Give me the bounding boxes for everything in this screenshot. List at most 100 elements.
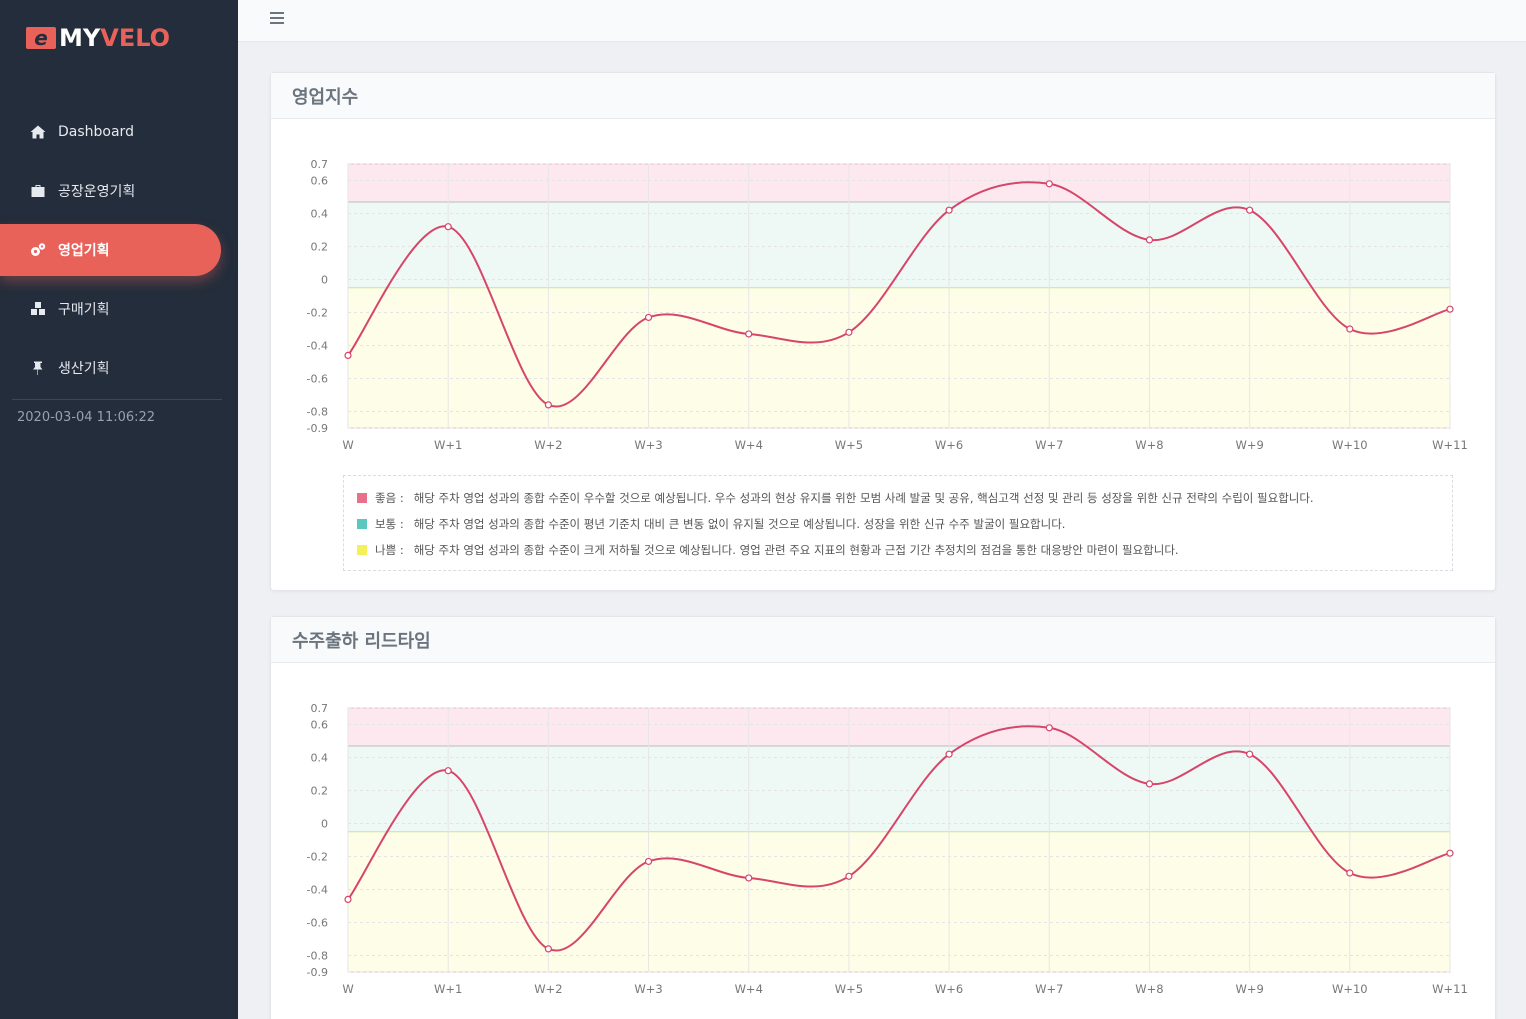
y-tick-label: 0.6 [311,719,329,732]
y-tick-label: 0.6 [311,175,329,188]
data-point [644,857,653,866]
legend-key: 보통 : [375,517,404,531]
x-tick-label: W [342,438,353,452]
sidebar-item-label: 구매기획 [58,302,110,318]
legend-item-normal: 보통 : 해당 주차 영업 성과의 종합 수준이 평년 기준치 대비 큰 변동 … [357,511,1439,537]
x-tick-label: W+5 [835,982,863,996]
data-point [945,750,953,758]
x-tick-label: W+5 [835,438,863,452]
sidebar-item-label: 생산기획 [58,361,110,377]
x-tick-label: W+3 [634,438,662,452]
sales-index-chart: 0.7 0.6 0.4 0.2 0 -0.2 -0.4 -0.6 -0.8 -0.9 W W+1 W+2… [307,158,1468,452]
data-point [1045,180,1053,188]
sidebar-item-label: 공장운영기획 [58,184,136,200]
sales-index-card: 영업지수 0.7 0.6 0.4 0.2 0 -0.2 -0.4 -0.6 -0.8 -0.9 W W… [270,72,1496,591]
sidebar-nav: Dashboard 공장운영기획 영업기획 구매기획 생산기획 [0,106,238,401]
data-point [644,313,653,322]
x-tick-label: W+8 [1135,438,1163,452]
data-point [945,206,953,214]
data-point [1246,750,1254,758]
legend-description: 해당 주차 영업 성과의 종합 수준이 우수할 것으로 예상됩니다. 우수 성과… [413,491,1314,505]
sidebar-item-purchase-planning[interactable]: 구매기획 [0,283,238,335]
x-tick-label: W+6 [935,438,963,452]
data-point [1145,236,1154,244]
x-tick-label: W+4 [735,438,763,452]
legend-description: 해당 주차 영업 성과의 종합 수준이 크게 저하될 것으로 예상됩니다. 영업… [413,543,1179,557]
y-tick-label: -0.4 [307,884,328,897]
x-tick-label: W+2 [534,438,562,452]
x-tick-label: W+7 [1035,982,1063,996]
y-tick-label: -0.9 [307,966,328,979]
y-tick-label: 0.4 [311,752,329,765]
band-good [348,708,1450,746]
sidebar-item-factory-planning[interactable]: 공장운영기획 [0,165,238,217]
sidebar-item-label: Dashboard [58,124,134,140]
data-point [444,223,452,231]
x-tick-label: W [342,982,353,996]
home-icon [30,124,46,140]
sidebar-divider [12,399,222,400]
legend-item-good: 좋음 : 해당 주차 영업 성과의 종합 수준이 우수할 것으로 예상됩니다. … [357,485,1439,511]
briefcase-icon [30,183,46,199]
x-tick-label: W+11 [1432,438,1468,452]
x-tick-label: W+2 [534,982,562,996]
legend-swatch-normal [357,519,367,529]
legend-swatch-good [357,493,367,503]
x-tick-label: W+3 [634,982,662,996]
y-tick-label: -0.6 [307,373,328,386]
band-bad [348,831,1450,972]
data-point [1045,724,1053,732]
x-tick-label: W+9 [1235,438,1263,452]
y-tick-label: 0.2 [311,785,329,798]
y-tick-label: 0.7 [311,158,329,171]
x-tick-label: W+9 [1235,982,1263,996]
x-tick-label: W+8 [1135,982,1163,996]
legend-description: 해당 주차 영업 성과의 종합 수준이 평년 기준치 대비 큰 변동 없이 유지… [413,517,1066,531]
y-tick-label: 0 [321,274,328,287]
gears-icon [30,242,46,258]
brand-logo[interactable]: e MYVELO [26,24,170,52]
sidebar-item-sales-planning[interactable]: 영업기획 [0,224,221,276]
data-point [1446,305,1454,313]
x-tick-label: W+6 [935,982,963,996]
top-bar [238,0,1526,42]
y-tick-label: -0.6 [307,917,328,930]
order-leadtime-card: 수주출하 리드타임 0.7 0.6 0.4 0.2 0 -0.2 -0.4 -0.6 -0.8 -… [270,616,1496,1019]
data-point [344,351,352,359]
y-tick-label: 0 [321,818,328,831]
data-point [544,945,552,953]
brand-name: MYVELO [59,24,171,52]
cubes-icon [30,301,46,317]
current-datetime: 2020-03-04 11:06:22 [17,410,156,425]
y-tick-label: -0.8 [307,406,328,419]
y-tick-label: -0.2 [307,851,328,864]
data-point [1145,780,1154,788]
x-tick-label: W+1 [434,982,462,996]
legend-item-bad: 나쁨 : 해당 주차 영업 성과의 종합 수준이 크게 저하될 것으로 예상됩니… [357,537,1439,563]
sidebar-item-label: 영업기획 [58,243,110,259]
data-point [745,874,753,882]
y-tick-label: -0.2 [307,307,328,320]
y-tick-label: -0.9 [307,422,328,435]
data-point [544,401,552,409]
data-point [845,872,853,880]
menu-toggle-icon[interactable] [270,12,284,24]
band-bad [348,287,1450,428]
sidebar-item-production-planning[interactable]: 생산기획 [0,342,238,394]
legend-swatch-bad [357,545,367,555]
y-tick-label: 0.2 [311,241,329,254]
data-point [1446,849,1454,857]
legend-key: 좋음 : [375,491,404,505]
chart-legend: 좋음 : 해당 주차 영업 성과의 종합 수준이 우수할 것으로 예상됩니다. … [343,475,1453,571]
legend-key: 나쁨 : [375,543,404,557]
x-tick-label: W+10 [1332,438,1368,452]
data-point [344,895,352,903]
y-tick-label: 0.4 [311,208,329,221]
band-good [348,164,1450,202]
x-tick-label: W+4 [735,982,763,996]
data-point [1246,206,1254,214]
sidebar-item-dashboard[interactable]: Dashboard [0,106,238,158]
x-tick-label: W+11 [1432,982,1468,996]
data-point [1346,869,1354,877]
data-point [845,328,853,336]
